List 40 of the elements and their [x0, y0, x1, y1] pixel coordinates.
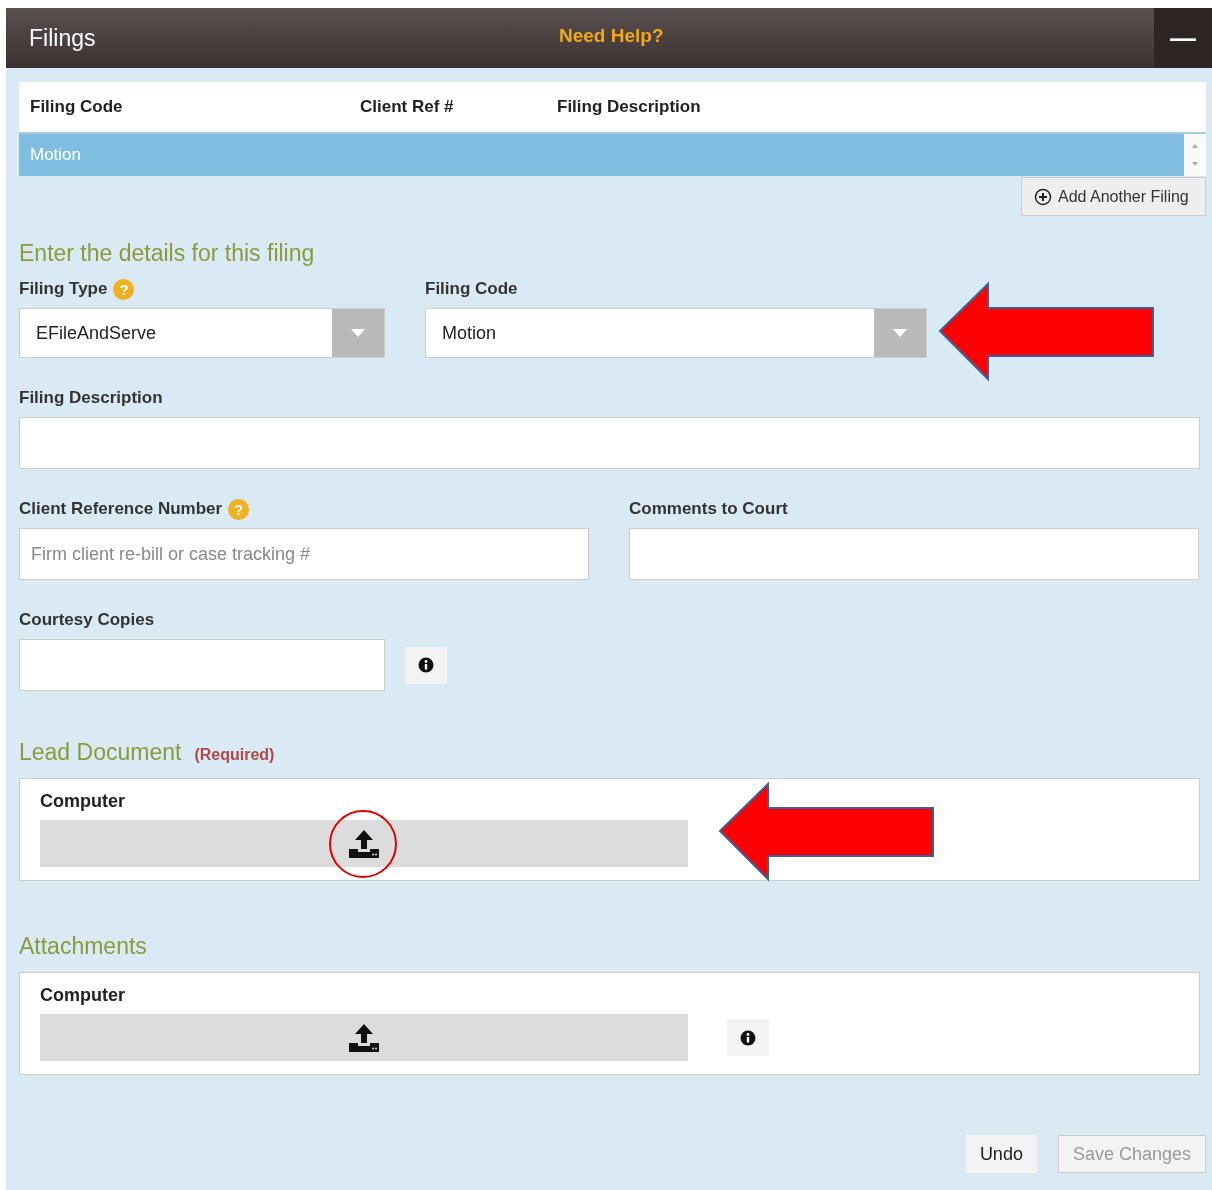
action-button[interactable]: Undo — [965, 1135, 1037, 1173]
upload-button[interactable] — [40, 1014, 688, 1061]
upload-icon — [347, 828, 381, 859]
section-title: Lead Document — [19, 739, 182, 766]
panel-title: Filings — [29, 24, 96, 52]
info-button[interactable] — [727, 1019, 769, 1056]
info-button[interactable] — [405, 646, 447, 684]
section-title: Enter the details for this filing — [19, 240, 316, 267]
caret-icon — [351, 329, 365, 337]
field-label: Filing Code — [425, 279, 518, 299]
field-label: Comments to Court — [629, 499, 788, 519]
source-label: Computer — [40, 791, 126, 813]
scrollbar[interactable] — [1184, 134, 1206, 176]
circle-annotation — [329, 810, 397, 878]
source-label: Computer — [40, 985, 126, 1007]
input-field[interactable] — [629, 528, 1199, 580]
required-note: (Required) — [194, 746, 275, 764]
plus-circle-icon — [1034, 187, 1052, 206]
info-icon — [418, 657, 434, 673]
filing-type-select[interactable]: EFileAndServe — [19, 308, 385, 358]
field-label: Filing Type — [19, 279, 108, 299]
input-field[interactable] — [19, 639, 385, 691]
input-field[interactable] — [19, 417, 1200, 469]
input-field[interactable]: Firm client re-bill or case tracking # — [19, 528, 589, 580]
upload-icon — [347, 1022, 381, 1053]
field-label: Courtesy Copies — [19, 610, 155, 630]
info-icon — [740, 1029, 756, 1046]
column-header: Client Ref # — [360, 97, 455, 117]
column-header: Filing Description — [557, 97, 702, 117]
caret-icon — [893, 329, 907, 337]
table-cell-text: Motion — [29, 145, 83, 165]
add-filing-button[interactable]: Add Another Filing — [1021, 177, 1206, 216]
field-label: Client Reference Number — [19, 499, 223, 519]
help-link[interactable]: Need Help? — [559, 25, 664, 47]
collapse-button[interactable]: — — [1154, 8, 1212, 68]
section-title: Attachments — [19, 933, 148, 960]
column-header: Filing Code — [29, 97, 124, 117]
upload-button[interactable] — [40, 820, 688, 867]
field-label: Filing Description — [19, 388, 163, 408]
filing-code-select[interactable]: Motion — [425, 308, 927, 358]
